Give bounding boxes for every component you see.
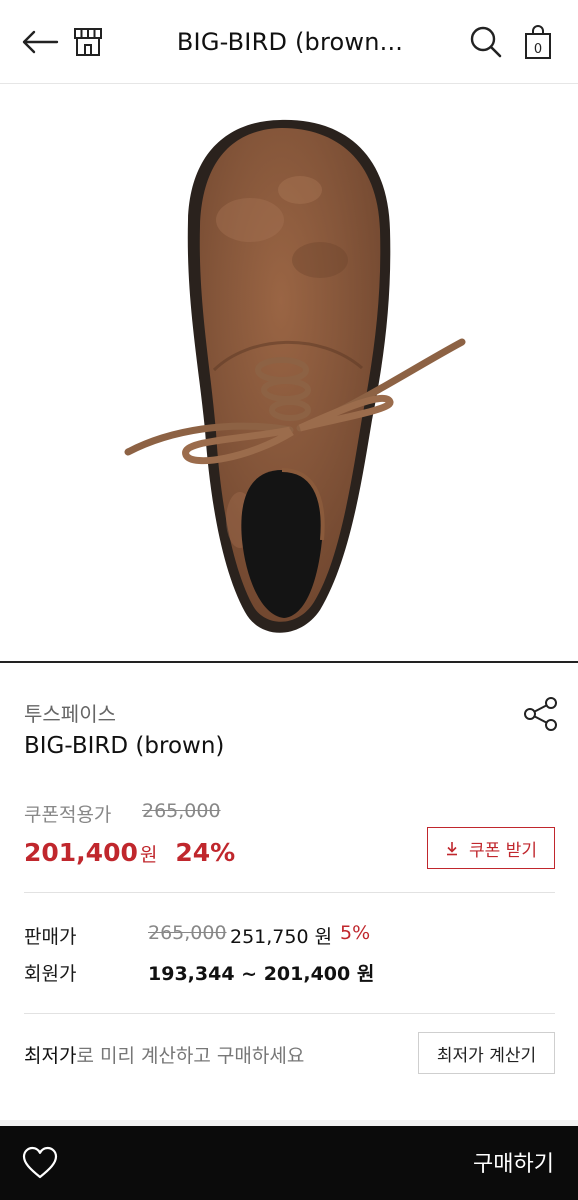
image-divider <box>0 661 578 663</box>
back-button[interactable] <box>20 22 60 62</box>
lowest-price-prompt-rest: 로 미리 계산하고 구매하세요 <box>76 1045 305 1067</box>
divider <box>24 892 555 893</box>
buy-button[interactable]: 구매하기 <box>473 1146 554 1178</box>
search-icon <box>470 26 502 58</box>
top-app-bar: BIG-BIRD (brown... 0 <box>0 0 578 84</box>
lowest-price-keyword: 최저가 <box>24 1045 77 1067</box>
cart-button[interactable]: 0 <box>518 22 558 62</box>
brand-name[interactable]: 투스페이스 <box>24 698 116 727</box>
heart-icon[interactable] <box>22 1146 58 1180</box>
get-coupon-label: 쿠폰 받기 <box>469 840 537 861</box>
product-image[interactable] <box>0 84 578 661</box>
share-button[interactable] <box>520 694 560 734</box>
sale-discount: 5% <box>340 922 371 944</box>
get-coupon-button[interactable]: 쿠폰 받기 <box>427 827 555 869</box>
search-button[interactable] <box>466 22 506 62</box>
product-name: BIG-BIRD (brown) <box>24 733 225 759</box>
download-icon <box>447 842 458 856</box>
member-price-label: 회원가 <box>24 963 77 985</box>
cart-count: 0 <box>534 42 542 57</box>
coupon-original-price: 265,000 <box>142 800 221 822</box>
coupon-discount: 24% <box>175 838 236 867</box>
shopping-bag-icon: 0 <box>525 25 551 59</box>
lowest-price-prompt: 최저가로 미리 계산하고 구매하세요 <box>24 1041 304 1068</box>
divider <box>24 1013 555 1014</box>
share-icon <box>524 697 557 731</box>
sale-original-price: 265,000 <box>148 922 227 944</box>
currency-unit: 원 <box>139 844 158 866</box>
store-icon <box>74 28 102 56</box>
member-price-range: 193,344 ~ 201,400 원 <box>148 963 375 985</box>
coupon-price-row: 201,400 원 24% <box>24 838 235 867</box>
bottom-action-bar: 구매하기 <box>0 1126 578 1200</box>
lowest-price-calculator-button[interactable]: 최저가 계산기 <box>418 1032 555 1074</box>
sale-price: 251,750 원 <box>230 926 333 948</box>
page-title: BIG-BIRD (brown... <box>176 28 404 56</box>
shoe-illustration <box>124 119 466 633</box>
sale-price-label: 판매가 <box>24 926 77 948</box>
back-arrow-icon <box>22 30 59 54</box>
coupon-price-label: 쿠폰적용가 <box>24 804 112 826</box>
store-button[interactable] <box>68 22 108 62</box>
coupon-price: 201,400 <box>24 838 138 867</box>
